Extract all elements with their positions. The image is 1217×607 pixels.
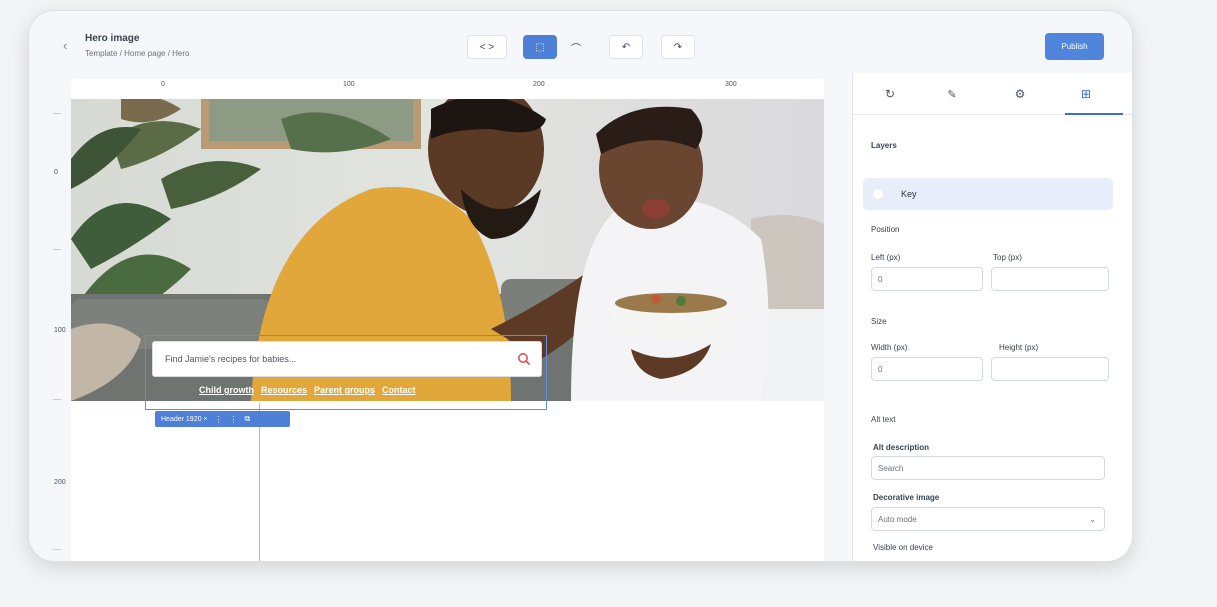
quick-links: Child growth Resources Parent groups Con… <box>199 385 416 395</box>
selection-toolbar[interactable]: Header 1920 × ⋮ ⋮ ⧉ <box>155 411 290 427</box>
pencil-icon: ✎ <box>947 88 957 101</box>
active-tab-indicator <box>1065 113 1123 115</box>
alt-text-heading: Alt text <box>871 415 896 424</box>
layer-item-label: Key <box>901 189 917 199</box>
left-field[interactable]: 0 <box>871 267 983 291</box>
refresh-icon: ↻ <box>884 87 896 101</box>
alt-description-label: Alt description <box>873 443 930 452</box>
code-icon: < > <box>479 41 495 53</box>
frame-button[interactable]: ⬚ <box>523 35 557 59</box>
search-input[interactable]: Find Jamie's recipes for babies... <box>165 354 296 364</box>
layout-icon: ⊞ <box>1080 87 1092 101</box>
search-bar[interactable]: Find Jamie's recipes for babies... <box>152 341 542 377</box>
editor-window: ‹ Hero image Template / Home page / Hero… <box>28 10 1133 562</box>
visibility-label: Visible on device <box>873 543 933 552</box>
properties-panel: ↻ ✎ ⚙ ⊞ Layers Key Position Left (px) To… <box>852 73 1132 561</box>
undo-icon: ↶ <box>621 41 631 53</box>
curve-button[interactable]: ⌒ <box>562 35 590 59</box>
ruler-label: 300 <box>725 81 737 88</box>
alt-description-field[interactable]: Search <box>871 456 1105 480</box>
redo-icon: ↷ <box>673 41 683 53</box>
publish-button[interactable]: Publish <box>1045 33 1104 60</box>
tab-refresh[interactable]: ↻ <box>879 83 901 105</box>
redo-button[interactable]: ↷ <box>661 35 695 59</box>
decorative-label: Decorative image <box>873 493 940 502</box>
design-canvas[interactable]: Find Jamie's recipes for babies... Child… <box>71 93 824 561</box>
panel-tabs: ↻ ✎ ⚙ ⊞ <box>853 73 1132 115</box>
horizontal-ruler: 0 100 200 300 <box>71 79 824 93</box>
ruler-label: 200 <box>533 81 545 88</box>
tab-layout[interactable]: ⊞ <box>1075 83 1097 105</box>
link-parent-groups[interactable]: Parent groups <box>314 385 375 395</box>
top-label: Top (px) <box>993 253 1022 262</box>
breadcrumb: Template / Home page / Hero <box>85 49 190 58</box>
height-field[interactable] <box>991 357 1109 381</box>
top-bar: ‹ Hero image Template / Home page / Hero… <box>29 11 1132 79</box>
link-contact[interactable]: Contact <box>382 385 416 395</box>
decorative-select[interactable]: Auto mode ⌄ <box>871 507 1105 531</box>
ruler-label: 100 <box>54 327 66 334</box>
height-label: Height (px) <box>999 343 1039 352</box>
gear-icon: ⚙ <box>1014 87 1026 101</box>
ruler-label: 0 <box>161 81 165 88</box>
layer-visibility-icon[interactable] <box>873 189 883 199</box>
tab-settings[interactable]: ⚙ <box>1009 83 1031 105</box>
position-heading: Position <box>871 225 900 234</box>
top-field[interactable] <box>991 267 1109 291</box>
ruler-label: 0 <box>54 169 58 176</box>
more-icon[interactable]: ⧉ <box>245 414 251 424</box>
frame-icon: ⬚ <box>535 41 545 53</box>
width-field[interactable]: 0 <box>871 357 983 381</box>
ruler-label: 100 <box>343 81 355 88</box>
ruler-label: 200 <box>54 479 66 486</box>
link-icon[interactable]: ⋮ <box>230 415 238 424</box>
tab-edit[interactable]: ✎ <box>941 83 963 105</box>
undo-button[interactable]: ↶ <box>609 35 643 59</box>
link-child-growth[interactable]: Child growth <box>199 385 254 395</box>
size-heading: Size <box>871 317 887 326</box>
link-resources[interactable]: Resources <box>261 385 307 395</box>
curve-icon: ⌒ <box>571 43 581 55</box>
width-label: Width (px) <box>871 343 908 352</box>
page-title: Hero image <box>85 33 140 44</box>
chevron-down-icon: ⌄ <box>1089 515 1096 524</box>
search-icon[interactable] <box>517 352 531 371</box>
vertical-ruler: 0 100 200 <box>51 99 69 561</box>
move-icon[interactable]: ⋮ <box>215 415 223 424</box>
selection-label: Header 1920 × <box>161 415 208 423</box>
chevron-left-icon[interactable]: ‹ <box>63 38 67 53</box>
code-button[interactable]: < > <box>467 35 507 59</box>
left-label: Left (px) <box>871 253 901 262</box>
decorative-select-value: Auto mode <box>878 515 917 524</box>
layer-item[interactable]: Key <box>863 178 1113 210</box>
layers-heading: Layers <box>871 141 897 150</box>
